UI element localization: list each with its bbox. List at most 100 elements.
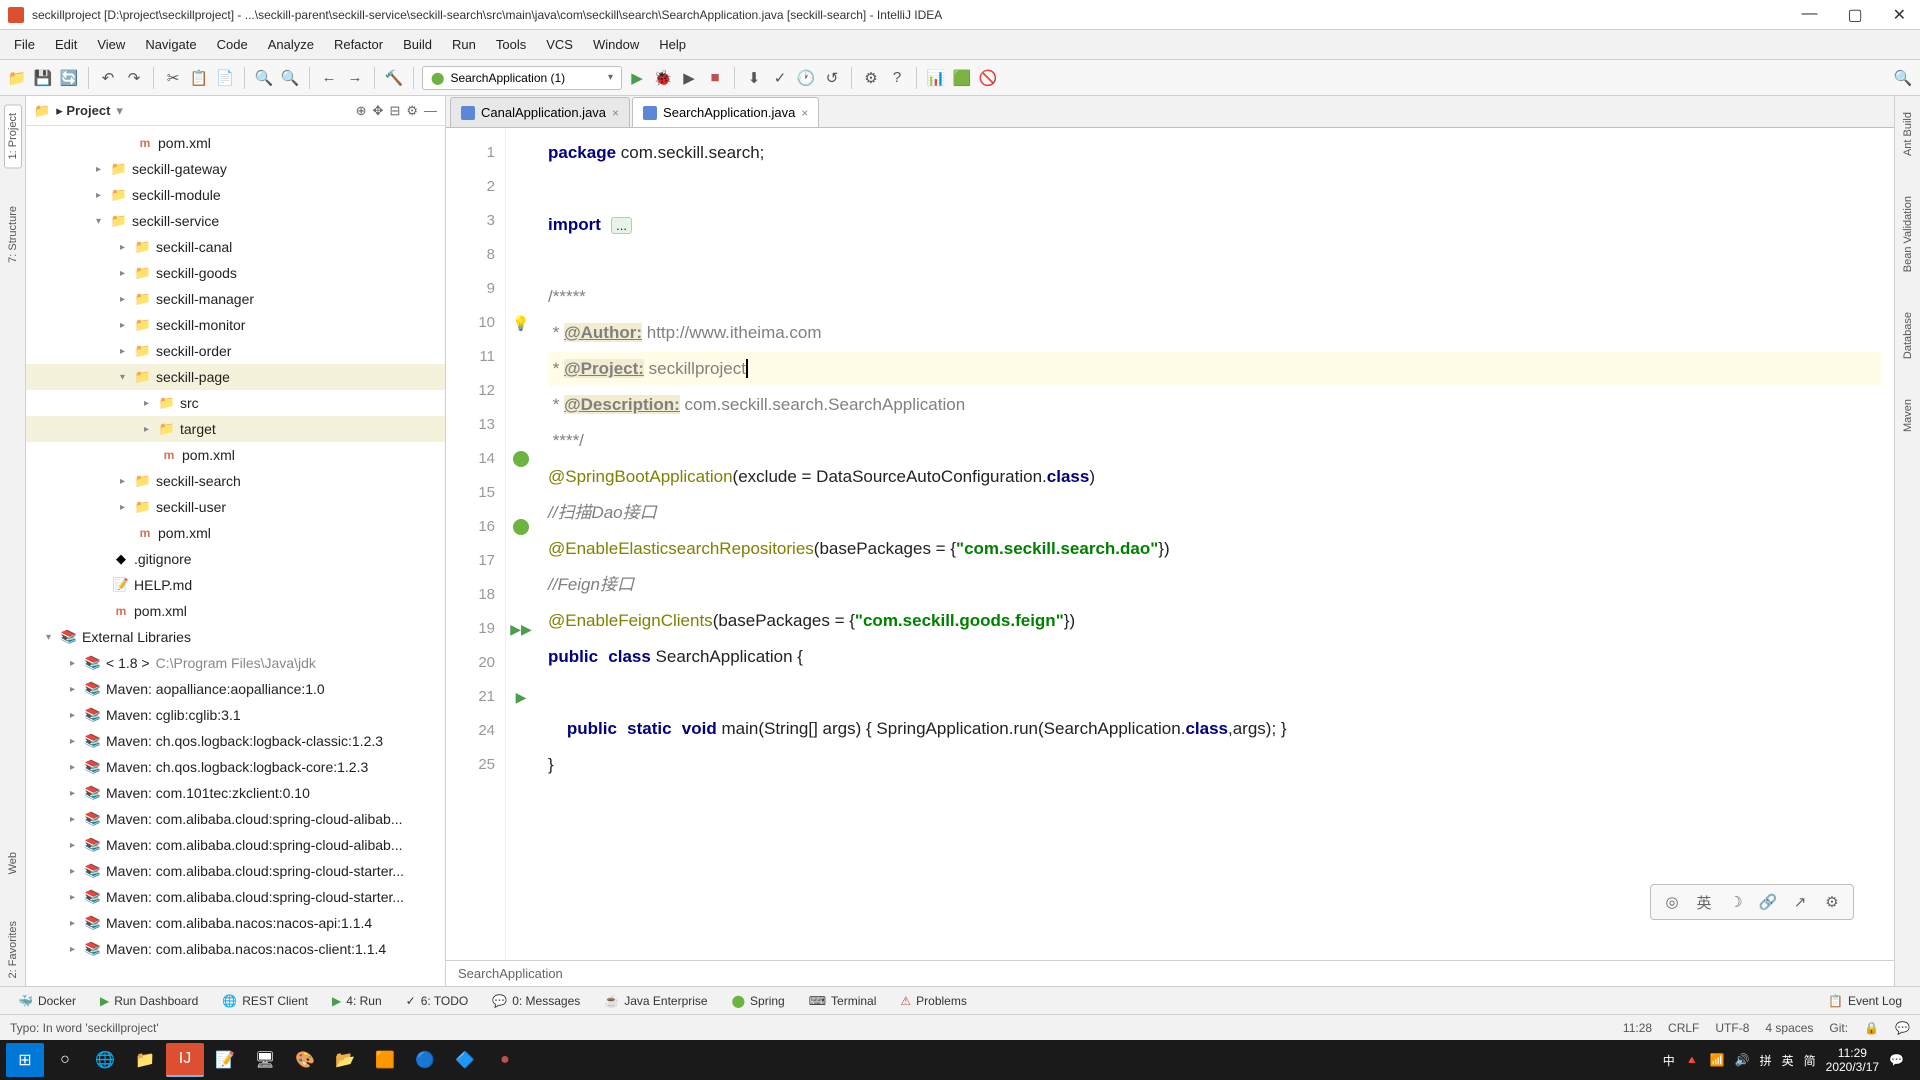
task-icon[interactable]: 🟧 xyxy=(366,1043,404,1077)
menu-code[interactable]: Code xyxy=(207,33,258,56)
paste-icon[interactable]: 📄 xyxy=(214,67,236,89)
menu-file[interactable]: File xyxy=(4,33,45,56)
tab-canal[interactable]: CanalApplication.java × xyxy=(450,97,630,127)
close-tab-icon[interactable]: × xyxy=(801,106,808,120)
status-encoding[interactable]: UTF-8 xyxy=(1715,1021,1749,1035)
notifications-icon[interactable]: 💬 xyxy=(1889,1053,1904,1067)
moon-icon[interactable]: ☽ xyxy=(1725,891,1747,913)
redo-icon[interactable]: ↷ xyxy=(123,67,145,89)
arrow-icon[interactable]: ↗ xyxy=(1789,891,1811,913)
status-indent[interactable]: 4 spaces xyxy=(1765,1021,1813,1035)
gear-icon[interactable]: ⚙ xyxy=(1821,891,1843,913)
collapse-icon[interactable]: ⊟ xyxy=(389,103,400,119)
menu-run[interactable]: Run xyxy=(442,33,486,56)
build-icon[interactable]: 🔨 xyxy=(383,67,405,89)
project-tree[interactable]: mpom.xml ▸📁seckill-gateway ▸📁seckill-mod… xyxy=(26,126,445,986)
code-editor[interactable]: package com.seckill.search; import ... /… xyxy=(536,128,1894,960)
tray-icon[interactable]: 🔊 xyxy=(1735,1053,1750,1067)
help-icon[interactable]: ? xyxy=(886,67,908,89)
bt-terminal[interactable]: ⌨Terminal xyxy=(799,991,887,1011)
task-icon[interactable]: 🔵 xyxy=(406,1043,444,1077)
clock-time[interactable]: 11:29 xyxy=(1826,1046,1879,1060)
minimize-button[interactable]: — xyxy=(1795,3,1823,27)
bt-todo[interactable]: ✓6: TODO xyxy=(396,991,479,1011)
search-everywhere-icon[interactable]: 🔍 xyxy=(1892,67,1914,89)
bulb-icon[interactable]: 💡 xyxy=(512,315,529,332)
close-tab-icon[interactable]: × xyxy=(612,106,619,120)
settings-icon[interactable]: ⚙ xyxy=(406,103,418,119)
task-icon[interactable]: ● xyxy=(486,1043,524,1077)
notifications-icon[interactable]: 💬 xyxy=(1895,1021,1910,1035)
tab-bean[interactable]: Bean Validation xyxy=(1900,188,1916,280)
menu-help[interactable]: Help xyxy=(649,33,696,56)
bt-spring[interactable]: ⬤Spring xyxy=(722,991,795,1011)
link-icon[interactable]: 🔗 xyxy=(1757,891,1779,913)
spring-icon[interactable] xyxy=(513,451,529,467)
stop-button[interactable]: ■ xyxy=(704,67,726,89)
intellij-icon[interactable]: IJ xyxy=(166,1043,204,1077)
replace-icon[interactable]: 🔍 xyxy=(279,67,301,89)
maximize-button[interactable]: ▢ xyxy=(1841,3,1868,27)
chrome-icon[interactable]: 🌐 xyxy=(86,1043,124,1077)
tray-icon[interactable]: 🔺 xyxy=(1685,1053,1700,1067)
run-main-icon[interactable]: ▶ xyxy=(516,689,527,706)
forward-icon[interactable]: → xyxy=(344,67,366,89)
undo-icon[interactable]: ↶ xyxy=(97,67,119,89)
save-icon[interactable]: 💾 xyxy=(32,67,54,89)
plugin-icon[interactable]: 🟩 xyxy=(951,67,973,89)
task-icon[interactable]: 🔷 xyxy=(446,1043,484,1077)
run-config-selector[interactable]: ⬤ SearchApplication (1) xyxy=(422,66,622,90)
project-panel-title[interactable]: Project xyxy=(56,103,110,119)
task-icon[interactable]: 🖥 xyxy=(246,1043,284,1077)
task-icon[interactable]: 📝 xyxy=(206,1043,244,1077)
tab-database[interactable]: Database xyxy=(1900,304,1916,367)
menu-build[interactable]: Build xyxy=(393,33,442,56)
task-icon[interactable]: 🎨 xyxy=(286,1043,324,1077)
menu-refactor[interactable]: Refactor xyxy=(324,33,393,56)
tray-icon[interactable]: 📶 xyxy=(1710,1053,1725,1067)
menu-edit[interactable]: Edit xyxy=(45,33,87,56)
tab-ant[interactable]: Ant Build xyxy=(1900,104,1916,164)
tab-structure[interactable]: 7: Structure xyxy=(5,198,21,271)
bt-run-dash[interactable]: ▶Run Dashboard xyxy=(90,991,208,1011)
settings-icon[interactable]: ⚙ xyxy=(860,67,882,89)
ime-indicator[interactable]: 拼 xyxy=(1760,1052,1772,1069)
find-icon[interactable]: 🔍 xyxy=(253,67,275,89)
vcs-history-icon[interactable]: 🕐 xyxy=(795,67,817,89)
cortana-icon[interactable]: ○ xyxy=(46,1043,84,1077)
vcs-revert-icon[interactable]: ↺ xyxy=(821,67,843,89)
bt-rest[interactable]: 🌐REST Client xyxy=(212,991,318,1011)
target-icon[interactable]: ✥ xyxy=(373,103,384,119)
menu-tools[interactable]: Tools xyxy=(486,33,536,56)
locate-icon[interactable]: ◎ xyxy=(1661,891,1683,913)
bt-messages[interactable]: 💬0: Messages xyxy=(482,991,590,1011)
vcs-commit-icon[interactable]: ✓ xyxy=(769,67,791,89)
sync-icon[interactable]: 🔄 xyxy=(58,67,80,89)
plugin-icon[interactable]: 📊 xyxy=(925,67,947,89)
run-button[interactable]: ▶ xyxy=(626,67,648,89)
breadcrumb[interactable]: SearchApplication xyxy=(446,960,1894,986)
bt-java-ee[interactable]: ☕Java Enterprise xyxy=(594,991,717,1011)
coverage-button[interactable]: ▶ xyxy=(678,67,700,89)
spring-icon[interactable] xyxy=(513,519,529,535)
status-position[interactable]: 11:28 xyxy=(1623,1021,1652,1035)
back-icon[interactable]: ← xyxy=(318,67,340,89)
explorer-icon[interactable]: 📁 xyxy=(126,1043,164,1077)
lock-icon[interactable]: 🔒 xyxy=(1864,1021,1879,1035)
status-git[interactable]: Git: xyxy=(1829,1021,1848,1035)
task-icon[interactable]: 📂 xyxy=(326,1043,364,1077)
tab-web[interactable]: Web xyxy=(5,844,21,882)
copy-icon[interactable]: 📋 xyxy=(188,67,210,89)
run-class-icon[interactable]: ▶▶ xyxy=(510,621,532,638)
cut-icon[interactable]: ✂ xyxy=(162,67,184,89)
plugin-icon[interactable]: 🚫 xyxy=(977,67,999,89)
bt-event-log[interactable]: 📋Event Log xyxy=(1818,991,1912,1011)
lang-icon[interactable]: 英 xyxy=(1693,891,1715,913)
menu-analyze[interactable]: Analyze xyxy=(258,33,324,56)
status-line-sep[interactable]: CRLF xyxy=(1668,1021,1699,1035)
ime-indicator[interactable]: 简 xyxy=(1804,1052,1816,1069)
start-button[interactable]: ⊞ xyxy=(6,1043,44,1077)
tab-search[interactable]: SearchApplication.java × xyxy=(632,97,819,127)
menu-window[interactable]: Window xyxy=(583,33,649,56)
menu-vcs[interactable]: VCS xyxy=(536,33,583,56)
